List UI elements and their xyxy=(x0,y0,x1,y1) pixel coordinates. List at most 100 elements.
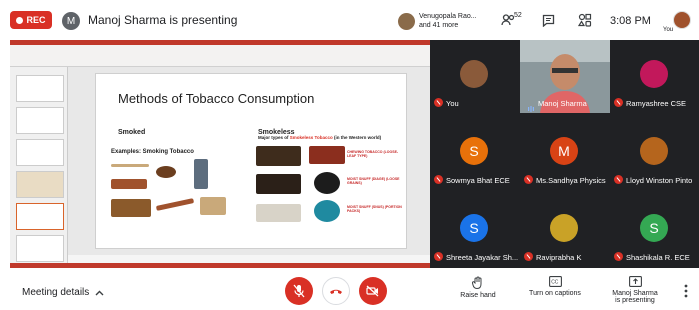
participant-name: You xyxy=(446,99,459,108)
record-dot-icon xyxy=(16,16,24,24)
participant-name: Lloyd Winston Pinto xyxy=(626,176,693,185)
participant-avatar: S xyxy=(460,214,488,242)
slide-thumbnail xyxy=(16,235,64,262)
camera-toggle-button[interactable] xyxy=(359,277,387,305)
rec-label: REC xyxy=(26,15,46,25)
participant-name: Ramyashree CSE xyxy=(626,99,687,108)
snuff-label-2: MOIST SNUFF (DIAGE) (LOOSE GRAINS) xyxy=(347,177,400,185)
end-call-icon xyxy=(330,289,342,294)
snuff-label-1: CHEWING TOBACCO (LOOSE-LEAF TYPE) xyxy=(347,150,399,158)
top-bar: REC M Manoj Sharma is presenting Venugop… xyxy=(0,0,699,40)
captions-button[interactable]: CC Turn on captions xyxy=(520,276,590,297)
slide-thumbnail xyxy=(16,107,64,134)
participant-name: Shreeta Jayakar Sh... xyxy=(446,253,519,262)
smoked-header: Smoked xyxy=(118,129,146,136)
snus-portions-image xyxy=(256,204,301,222)
participant-tile[interactable]: Raviprabha K xyxy=(520,194,609,268)
participant-name: Shashikala R. ECE xyxy=(626,253,690,262)
participant-tile[interactable]: Ramyashree CSE xyxy=(610,40,699,114)
participant-count: 52 xyxy=(514,12,522,19)
cigarette-image xyxy=(111,164,149,167)
hand-icon xyxy=(472,276,482,289)
raise-hand-button[interactable]: Raise hand xyxy=(443,276,513,299)
participant-name: Sowmya Bhat ECE xyxy=(446,176,510,185)
participant-name: Ms.Sandhya Physics xyxy=(536,176,606,185)
chevron-up-icon xyxy=(95,290,104,295)
chewing-tobacco-pouch-image xyxy=(309,146,345,164)
participant-avatar xyxy=(550,214,578,242)
loose-tobacco-image xyxy=(256,146,301,166)
svg-text:CC: CC xyxy=(551,280,559,286)
mic-off-icon xyxy=(434,175,443,184)
pipe-image xyxy=(156,166,176,178)
chip-line-2: and 41 more xyxy=(419,22,459,29)
bidi-bundle-image xyxy=(111,199,151,217)
presenting-status: Manoj Sharma is presenting xyxy=(88,13,238,27)
participant-tile[interactable]: S Sowmya Bhat ECE xyxy=(430,117,519,191)
shared-screen: Methods of Tobacco Consumption Smoked Sm… xyxy=(10,40,430,268)
recording-badge: REC xyxy=(10,11,52,29)
participant-video[interactable]: Manoj Sharma xyxy=(520,40,610,113)
self-label: You xyxy=(663,27,674,33)
slide-thumbnail xyxy=(16,75,64,102)
participant-avatar: S xyxy=(460,137,488,165)
chip-line-1: Venugopala Rao... xyxy=(419,13,477,20)
presentation-slide: Methods of Tobacco Consumption Smoked Sm… xyxy=(95,73,407,249)
people-chip[interactable]: Venugopala Rao... and 41 more xyxy=(398,8,490,34)
participant-avatar: M xyxy=(550,137,578,165)
mic-off-icon xyxy=(434,98,443,107)
mic-off-icon xyxy=(614,252,623,261)
bidis-image xyxy=(200,197,226,215)
chat-icon xyxy=(542,14,554,27)
participant-tile[interactable]: You xyxy=(430,40,519,114)
mic-toggle-button[interactable] xyxy=(285,277,313,305)
clock: 3:08 PM xyxy=(610,15,651,27)
participant-avatar xyxy=(640,60,668,88)
slide-thumbnail xyxy=(16,139,64,166)
speaking-indicator-icon xyxy=(528,99,534,112)
notes-bar xyxy=(68,255,430,263)
self-avatar xyxy=(673,11,691,29)
slide-title: Methods of Tobacco Consumption xyxy=(118,91,315,106)
meeting-details-label: Meeting details xyxy=(22,287,90,298)
presenting-label-2: is presenting xyxy=(615,297,655,304)
participant-grid: You Manoj Sharma Ramyashree CSE S Sowmya… xyxy=(430,40,699,268)
shapes-icon xyxy=(578,13,592,27)
participant-name: Manoj Sharma xyxy=(538,99,587,108)
captions-label: Turn on captions xyxy=(529,290,581,297)
activities-button[interactable] xyxy=(575,11,595,29)
more-options-icon[interactable] xyxy=(684,284,688,298)
mic-off-icon xyxy=(614,98,623,107)
moist-snuff-image xyxy=(256,174,301,194)
presenting-label-1: Manoj Sharma xyxy=(612,290,658,297)
meeting-details-button[interactable]: Meeting details xyxy=(22,287,104,298)
camera-off-icon xyxy=(366,285,379,297)
participant-name: Raviprabha K xyxy=(536,253,582,262)
slide-thumbnails xyxy=(10,67,68,263)
participant-tile[interactable]: Lloyd Winston Pinto xyxy=(610,117,699,191)
cigar-image xyxy=(111,179,147,189)
hookah-image xyxy=(194,159,208,189)
participant-avatar xyxy=(460,60,488,88)
participant-avatar xyxy=(640,137,668,165)
mic-off-icon xyxy=(434,252,443,261)
leave-call-button[interactable] xyxy=(322,277,350,305)
snuff-label-3: MOIST SNUFF (SNUS) (PORTION PACKS) xyxy=(347,205,402,213)
mic-off-icon xyxy=(524,175,533,184)
participant-tile[interactable]: M Ms.Sandhya Physics xyxy=(520,117,609,191)
chat-button[interactable] xyxy=(538,11,558,29)
snus-tin-image xyxy=(314,200,340,222)
slide-thumbnail-selected xyxy=(16,203,64,230)
mic-off-icon xyxy=(293,284,305,298)
participant-tile[interactable]: S Shreeta Jayakar Sh... xyxy=(430,194,519,268)
smokeless-subheader: Major types of Smokeless Tobacco (in the… xyxy=(258,135,382,140)
participant-tile[interactable]: S Shashikala R. ECE xyxy=(610,194,699,268)
presenting-button[interactable]: Manoj Sharma is presenting xyxy=(600,276,670,304)
mic-off-icon xyxy=(524,252,533,261)
participant-avatar: S xyxy=(640,214,668,242)
mic-off-icon xyxy=(614,175,623,184)
captions-icon: CC xyxy=(548,276,562,287)
raise-hand-label: Raise hand xyxy=(460,292,496,299)
present-screen-icon xyxy=(628,276,642,287)
snuff-tin-image xyxy=(314,172,340,194)
